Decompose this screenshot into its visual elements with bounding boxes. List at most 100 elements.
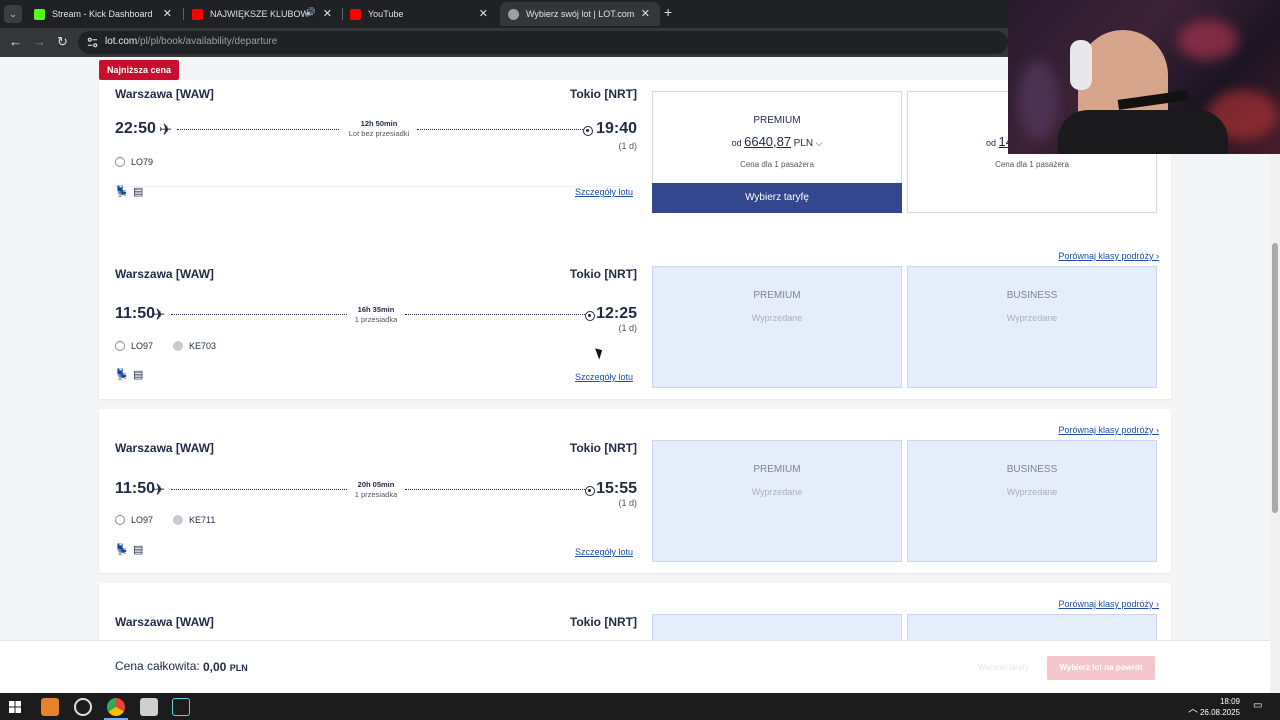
flight-number-text: LO97: [131, 341, 154, 351]
site-info-icon[interactable]: [87, 37, 98, 48]
new-tab-icon[interactable]: +: [664, 4, 672, 20]
obs-icon[interactable]: [74, 698, 92, 716]
departure-time: 11:50: [115, 305, 156, 322]
terminal-icon[interactable]: [172, 698, 190, 716]
destination-target-icon: [585, 311, 595, 321]
flight-card: Porównaj klasy podróży › Warszawa [WAW] …: [99, 583, 1171, 640]
sold-out-label: Wyprzedane: [751, 313, 803, 323]
arrival-time: 15:55: [596, 480, 637, 497]
price-currency: PLN: [793, 138, 814, 149]
windows-taskbar: ︿ 18:09 26.08.2025 ▭: [0, 693, 1280, 720]
route-line: [171, 489, 347, 490]
fare-price: od 6640,87 PLN ⌵: [653, 134, 901, 149]
close-icon[interactable]: ✕: [479, 7, 488, 20]
streamer-shirt: [1058, 110, 1228, 154]
tab-youtube[interactable]: YouTube ✕: [342, 2, 498, 26]
webcam-overlay: [1008, 0, 1280, 154]
youtube-icon: [350, 8, 361, 20]
fare-class-label: PREMIUM: [753, 115, 801, 126]
headphones: [1070, 40, 1092, 90]
route-line: [405, 489, 585, 490]
url-host: lot.com: [105, 36, 138, 47]
chevron-down-icon[interactable]: ⌵: [816, 138, 823, 148]
sold-out-label: Wyprzedane: [1006, 487, 1058, 497]
tab-lot-active[interactable]: Wybierz swój lot | LOT.com ✕: [500, 2, 660, 26]
compare-classes-link[interactable]: Porównaj klasy podróży ›: [1058, 425, 1159, 435]
seat-icon: 💺: [115, 544, 129, 556]
app-icon[interactable]: [41, 698, 59, 716]
reload-icon[interactable]: ↻: [57, 34, 68, 50]
forward-icon[interactable]: →: [33, 34, 46, 49]
sold-out-label: Wyprzedane: [1006, 313, 1058, 323]
flight-stops: 1 przesiadka: [354, 315, 398, 324]
lot-icon: [508, 8, 519, 20]
compare-label: Porównaj klasy podróży: [1058, 251, 1154, 261]
flight-duration: 20h 05min: [357, 480, 395, 489]
background-light: [1018, 60, 1058, 140]
flight-details-link[interactable]: Szczegóły lotu: [575, 187, 633, 197]
price-amount: 6640,87: [744, 134, 792, 149]
compare-classes-link[interactable]: Porównaj klasy podróży ›: [1058, 251, 1159, 261]
tray-chevron-up-icon[interactable]: ︿: [1188, 700, 1198, 715]
price-per-passenger: Cena dla 1 pasażera: [995, 160, 1069, 169]
speaker-icon[interactable]: 🔊: [305, 7, 316, 18]
total-currency: PLN: [229, 663, 248, 673]
tab-youtube-music[interactable]: NAJWIĘKSZE KLUBOWE HI 🔊 ✕: [184, 2, 342, 26]
entertainment-icon: ▤: [133, 186, 144, 198]
close-icon[interactable]: ✕: [163, 7, 172, 20]
notifications-icon[interactable]: ▭: [1253, 700, 1262, 711]
arrival-time: 19:40: [596, 120, 637, 137]
departure-time: 22:50: [115, 120, 156, 137]
compare-label: Porównaj klasy podróży: [1058, 599, 1154, 609]
destination-city: Tokio [NRT]: [569, 441, 637, 455]
chevron-right-icon: ›: [1156, 425, 1159, 435]
system-clock[interactable]: 18:09 26.08.2025: [1200, 696, 1240, 718]
youtube-icon: [192, 8, 203, 20]
plane-icon: ✈: [152, 482, 166, 499]
address-bar[interactable]: lot.com/pl/pl/book/availability/departur…: [78, 31, 1008, 54]
entertainment-icon: ▤: [133, 544, 144, 556]
clock-time: 18:09: [1219, 697, 1240, 706]
arrival-day-offset: (1 d): [618, 141, 637, 151]
business-fare-box: BUSINESS Wyprzedane: [907, 440, 1157, 562]
url-path: /pl/pl/book/availability/departure: [137, 36, 278, 47]
flight-details-link[interactable]: Szczegóły lotu: [575, 547, 633, 557]
tab-label: NAJWIĘKSZE KLUBOWE HI: [210, 9, 306, 19]
select-return-flight-button[interactable]: Wybierz lot na powrót: [1047, 656, 1155, 680]
scrollbar-thumb[interactable]: [1272, 243, 1278, 513]
close-icon[interactable]: ✕: [641, 7, 650, 20]
chrome-icon[interactable]: [107, 698, 125, 716]
kick-icon: [34, 8, 45, 20]
back-icon[interactable]: ←: [9, 34, 22, 49]
price-prefix: od: [731, 138, 742, 148]
tab-label: YouTube: [368, 9, 404, 19]
file-explorer-icon[interactable]: [140, 698, 158, 716]
close-icon[interactable]: ✕: [323, 7, 332, 20]
flight-card: Porównaj klasy podróży › Warszawa [WAW] …: [99, 409, 1171, 573]
lot-airline-icon: [115, 157, 125, 167]
total-price-value: 0,00 PLN: [203, 660, 248, 674]
flight-number: KE711: [173, 515, 215, 525]
destination-city: Tokio [NRT]: [569, 87, 637, 101]
windows-start-icon[interactable]: [9, 701, 21, 713]
tab-kick-dashboard[interactable]: Stream - Kick Dashboard ✕: [26, 2, 182, 26]
route-line: [417, 129, 583, 130]
origin-city: Warszawa [WAW]: [115, 87, 214, 101]
flight-number-text: KE711: [189, 515, 216, 525]
compare-classes-link[interactable]: Porównaj klasy podróży ›: [1058, 599, 1159, 609]
fare-terms-link[interactable]: Warunki taryfy: [978, 663, 1029, 672]
premium-fare-box[interactable]: PREMIUM od 6640,87 PLN ⌵ Cena dla 1 pasa…: [652, 91, 902, 213]
flight-details-link[interactable]: Szczegóły lotu: [575, 372, 633, 382]
fare-class-label: BUSINESS: [1006, 290, 1058, 301]
business-fare-box: BUSINESS Wyprzedane: [907, 266, 1157, 388]
price-per-passenger: Cena dla 1 pasażera: [740, 160, 814, 169]
select-fare-button[interactable]: Wybierz taryfę: [652, 183, 902, 213]
total-price-label: Cena całkowita:: [115, 659, 200, 673]
destination-city: Tokio [NRT]: [569, 615, 637, 629]
tab-search-icon[interactable]: ⌄: [4, 5, 22, 23]
premium-fare-box: PREMIUM Wyprzedane: [652, 440, 902, 562]
flight-card: Porównaj klasy podróży › Warszawa [WAW] …: [99, 235, 1171, 399]
origin-city: Warszawa [WAW]: [115, 267, 214, 281]
premium-fare-box: PREMIUM Wyprzedane: [652, 266, 902, 388]
flight-number: LO97: [115, 341, 153, 351]
